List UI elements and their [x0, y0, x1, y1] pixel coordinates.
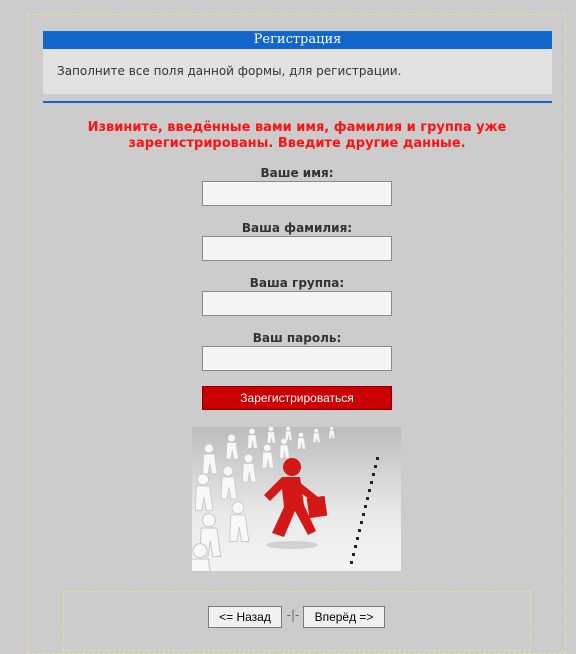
- nav-separator: -|-: [286, 608, 300, 622]
- register-button[interactable]: Зарегистрироваться: [202, 386, 392, 410]
- password-field[interactable]: [202, 346, 392, 371]
- password-label: Ваш пароль:: [252, 331, 342, 345]
- error-message: Извините, введённые вами имя, фамилия и …: [87, 120, 507, 151]
- divider: [43, 101, 552, 103]
- form-instructions: Заполните все поля данной формы, для рег…: [43, 49, 552, 94]
- surname-label: Ваша фамилия:: [241, 221, 353, 235]
- group-field[interactable]: [202, 291, 392, 316]
- name-label: Ваше имя:: [260, 166, 334, 180]
- name-field[interactable]: [202, 181, 392, 206]
- group-label: Ваша группа:: [249, 276, 345, 290]
- back-button[interactable]: <= Назад: [208, 606, 282, 628]
- page-title: Регистрация: [43, 31, 552, 49]
- surname-field[interactable]: [202, 236, 392, 261]
- runner-illustration: [192, 427, 401, 571]
- forward-button[interactable]: Вперёд =>: [303, 606, 385, 628]
